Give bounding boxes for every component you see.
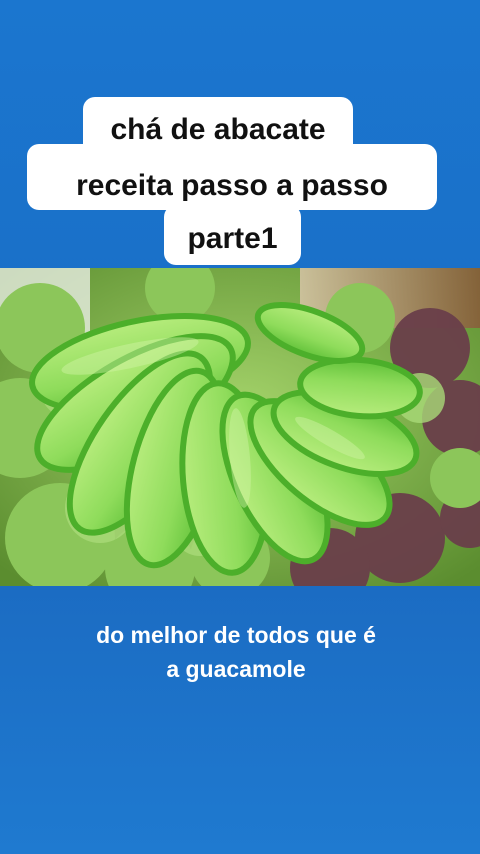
caption-line-1: do melhor de todos que é [96,622,376,648]
avocado-photo [0,268,480,586]
title-line-3: parte1 [164,205,301,265]
caption-line-2: a guacamole [166,656,306,682]
title-line-2: receita passo a passo [27,144,437,210]
